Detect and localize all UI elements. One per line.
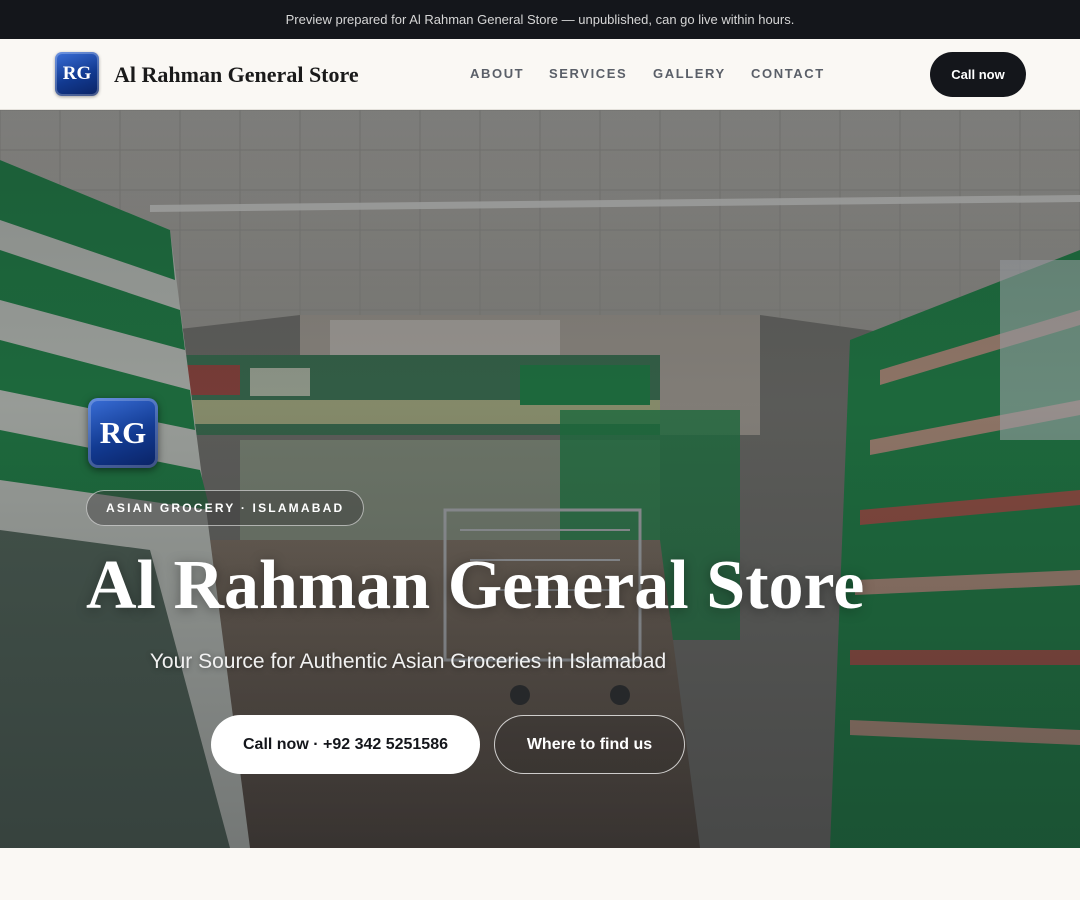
preview-banner: Preview prepared for Al Rahman General S…: [0, 0, 1080, 39]
brand-name[interactable]: Al Rahman General Store: [114, 62, 359, 88]
nav-link-contact[interactable]: CONTACT: [751, 66, 825, 81]
logo-initials: RG: [62, 63, 92, 84]
preview-banner-text: Preview prepared for Al Rahman General S…: [285, 12, 795, 27]
hero-title: Al Rahman General Store: [86, 547, 865, 624]
header-call-button[interactable]: Call now: [930, 52, 1026, 97]
hero-logo-initials: RG: [99, 415, 147, 450]
nav-link-about[interactable]: ABOUT: [470, 66, 524, 81]
hero-subtitle: Your Source for Authentic Asian Grocerie…: [149, 650, 667, 673]
site-header: RG Al Rahman General Store ABOUT SERVICE…: [0, 39, 1080, 110]
hero-tag-pill: ASIAN GROCERY · ISLAMABAD: [86, 490, 365, 526]
hero-logo-badge: RG: [88, 398, 158, 468]
nav-link-gallery[interactable]: GALLERY: [653, 66, 726, 81]
hero-section: RG ASIAN GROCERY · ISLAMABAD Al Rahman G…: [0, 110, 1080, 848]
nav-link-services[interactable]: SERVICES: [549, 66, 627, 81]
logo-badge[interactable]: RG: [55, 52, 99, 96]
where-to-find-us-button[interactable]: Where to find us: [494, 715, 685, 774]
call-now-phone-button[interactable]: Call now · +92 342 5251586: [211, 715, 480, 774]
